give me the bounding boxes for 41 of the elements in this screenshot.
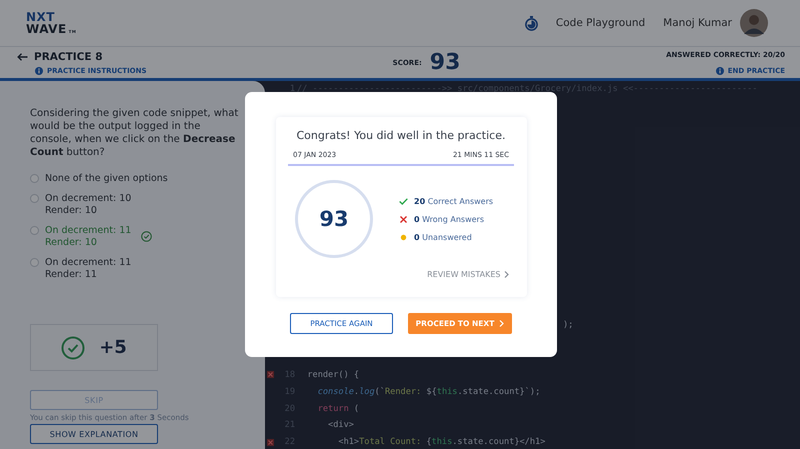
option-text[interactable]: None of the given options xyxy=(45,173,168,185)
radio-button[interactable] xyxy=(30,226,39,235)
info-icon xyxy=(35,66,43,74)
code-line: <div> xyxy=(327,420,354,430)
stopwatch-icon[interactable] xyxy=(524,16,538,30)
radio-button[interactable] xyxy=(30,194,39,203)
logo-text: WAVE xyxy=(26,23,67,35)
explanation-button[interactable]: SHOW EXPLANATION xyxy=(30,424,158,444)
code-line: return ( xyxy=(316,404,360,414)
info-icon xyxy=(716,66,724,74)
stat-text: 0 Unanswered xyxy=(414,232,472,242)
user-name: Manoj Kumar xyxy=(663,17,732,29)
stat-text: 0 Wrong Answers xyxy=(414,214,484,224)
cross-icon xyxy=(399,216,408,222)
practice-title: PRACTICE 8 xyxy=(34,50,103,62)
code-line: <h1>Total Count: {this.state.count}</h1> xyxy=(337,437,546,448)
code-line: console.log(`Render: ${this.state.count}`); xyxy=(316,386,540,397)
dialog-title: Congrats! You did well in the practice. xyxy=(296,129,506,142)
points-text: +5 xyxy=(99,337,127,358)
option-text[interactable]: On decrement: 11 Render: 11 xyxy=(45,257,132,281)
check-circle-icon xyxy=(141,231,152,242)
nav-link[interactable]: Code Playground xyxy=(556,17,646,29)
score-value: 93 xyxy=(319,207,349,231)
radio-button[interactable] xyxy=(30,174,39,183)
check-circle-icon xyxy=(61,336,86,360)
option-text[interactable]: On decrement: 11 Render: 10 xyxy=(45,225,132,249)
stat-text: 20 Correct Answers xyxy=(414,196,494,206)
score-value: 93 xyxy=(430,50,460,75)
check-icon xyxy=(399,198,408,204)
back-arrow-icon[interactable] xyxy=(17,52,28,60)
code-line: ); xyxy=(562,320,574,330)
review-link[interactable]: REVIEW MISTAKES xyxy=(427,270,508,279)
dot-icon xyxy=(399,234,408,240)
option-text[interactable]: On decrement: 10 Render: 10 xyxy=(45,193,132,217)
radio-button[interactable] xyxy=(30,258,39,267)
avatar[interactable] xyxy=(740,9,768,37)
chevron-right-icon xyxy=(499,320,504,327)
code-line: render() { xyxy=(306,370,360,380)
question-text: Considering the given code snippet, what would be the output logged in the console, when we click on the Decrease Count button? xyxy=(30,107,240,159)
logo-text: NXT xyxy=(26,11,56,23)
chevron-right-icon xyxy=(504,271,508,278)
